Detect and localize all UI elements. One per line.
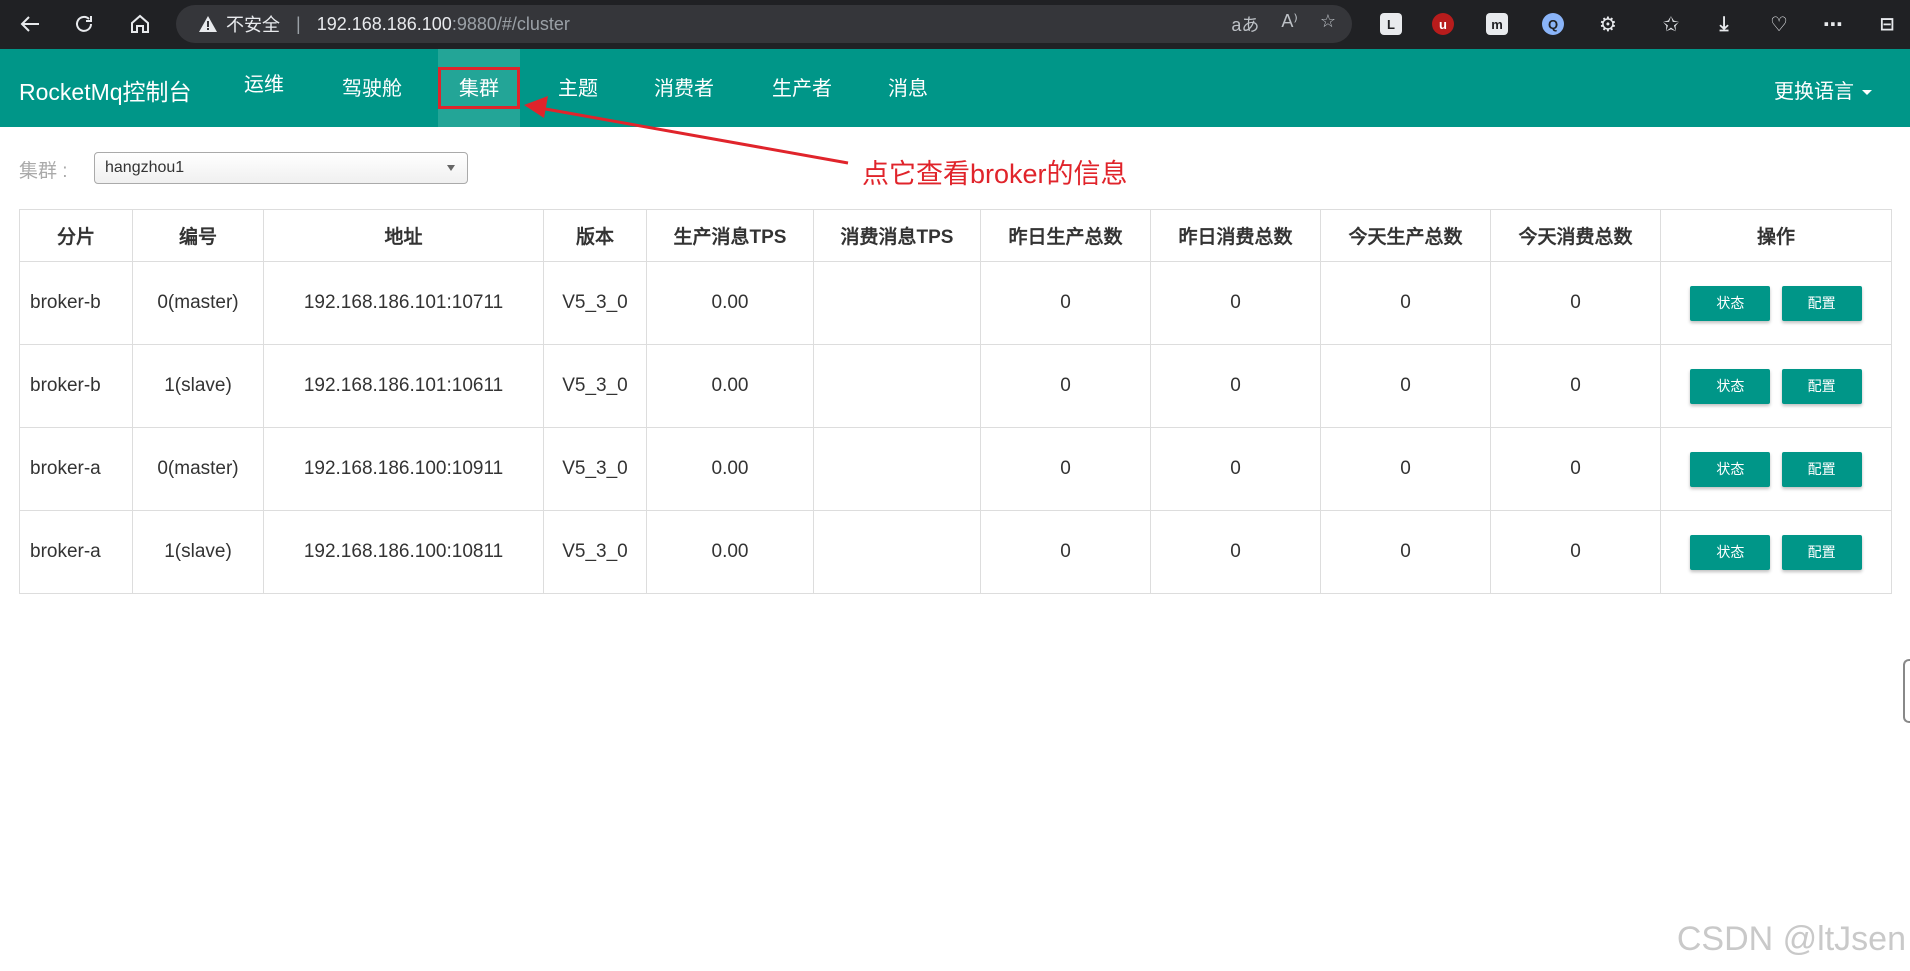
cell-consume-tps <box>813 510 981 594</box>
cell-broker: broker-a <box>19 510 133 594</box>
cluster-select-label: 集群 : <box>19 161 68 182</box>
table-row: broker-b 1(slave) 192.168.186.101:10611 … <box>19 344 1892 428</box>
header-yesterday-produce: 昨日生产总数 <box>980 209 1151 262</box>
watermark: CSDN @ltJsen <box>1676 920 1906 958</box>
table-row: broker-a 0(master) 192.168.186.100:10911… <box>19 427 1892 511</box>
header-produce-tps: 生产消息TPS <box>646 209 814 262</box>
cell-today-consume: 0 <box>1490 344 1661 428</box>
status-button[interactable]: 状态 <box>1690 285 1771 321</box>
status-button[interactable]: 状态 <box>1690 534 1771 570</box>
cell-broker: broker-b <box>19 261 133 345</box>
cell-yesterday-produce: 0 <box>980 427 1151 511</box>
cell-address: 192.168.186.100:10811 <box>263 510 544 594</box>
cell-address: 192.168.186.101:10611 <box>263 344 544 428</box>
header-consume-tps: 消费消息TPS <box>813 209 981 262</box>
status-button[interactable]: 状态 <box>1690 451 1771 487</box>
cluster-select[interactable]: hangzhou1 <box>94 152 468 184</box>
header-yesterday-consume: 昨日消费总数 <box>1150 209 1321 262</box>
cell-actions: 状态 配置 <box>1660 510 1892 594</box>
cell-version: V5_3_0 <box>543 510 647 594</box>
cell-yesterday-consume: 0 <box>1150 344 1321 428</box>
cell-id: 1(slave) <box>132 344 264 428</box>
cell-version: V5_3_0 <box>543 344 647 428</box>
cell-today-consume: 0 <box>1490 427 1661 511</box>
cell-broker: broker-a <box>19 427 133 511</box>
cell-id: 0(master) <box>132 427 264 511</box>
header-address: 地址 <box>263 209 544 262</box>
table-row: broker-a 1(slave) 192.168.186.100:10811 … <box>19 510 1892 594</box>
cell-today-consume: 0 <box>1490 510 1661 594</box>
cell-address: 192.168.186.100:10911 <box>263 427 544 511</box>
config-button[interactable]: 配置 <box>1781 451 1862 487</box>
cell-actions: 状态 配置 <box>1660 427 1892 511</box>
table-row: broker-b 0(master) 192.168.186.101:10711… <box>19 261 1892 345</box>
cell-yesterday-consume: 0 <box>1150 427 1321 511</box>
cell-today-produce: 0 <box>1320 427 1491 511</box>
cell-version: V5_3_0 <box>543 427 647 511</box>
cell-produce-tps: 0.00 <box>646 344 814 428</box>
cell-yesterday-consume: 0 <box>1150 510 1321 594</box>
cell-version: V5_3_0 <box>543 261 647 345</box>
header-id: 编号 <box>132 209 264 262</box>
scrollbar-handle[interactable] <box>1903 659 1910 723</box>
status-button[interactable]: 状态 <box>1690 368 1771 404</box>
cell-today-consume: 0 <box>1490 261 1661 345</box>
broker-table: 分片 编号 地址 版本 生产消息TPS 消费消息TPS 昨日生产总数 昨日消费总… <box>19 209 1892 594</box>
config-button[interactable]: 配置 <box>1781 285 1862 321</box>
table-header-row: 分片 编号 地址 版本 生产消息TPS 消费消息TPS 昨日生产总数 昨日消费总… <box>19 209 1892 262</box>
header-actions: 操作 <box>1660 209 1892 262</box>
header-today-produce: 今天生产总数 <box>1320 209 1491 262</box>
cell-yesterday-consume: 0 <box>1150 261 1321 345</box>
cell-actions: 状态 配置 <box>1660 261 1892 345</box>
cell-produce-tps: 0.00 <box>646 510 814 594</box>
cell-id: 1(slave) <box>132 510 264 594</box>
cell-yesterday-produce: 0 <box>980 344 1151 428</box>
cell-consume-tps <box>813 261 981 345</box>
cell-actions: 状态 配置 <box>1660 344 1892 428</box>
header-shard: 分片 <box>19 209 133 262</box>
header-version: 版本 <box>543 209 647 262</box>
cell-broker: broker-b <box>19 344 133 428</box>
annotation-text: 点它查看broker的信息 <box>862 159 1128 189</box>
header-today-consume: 今天消费总数 <box>1490 209 1661 262</box>
cell-yesterday-produce: 0 <box>980 261 1151 345</box>
cell-consume-tps <box>813 344 981 428</box>
cell-today-produce: 0 <box>1320 510 1491 594</box>
cell-today-produce: 0 <box>1320 344 1491 428</box>
cell-produce-tps: 0.00 <box>646 261 814 345</box>
cell-id: 0(master) <box>132 261 264 345</box>
cell-today-produce: 0 <box>1320 261 1491 345</box>
cell-yesterday-produce: 0 <box>980 510 1151 594</box>
cell-consume-tps <box>813 427 981 511</box>
cell-address: 192.168.186.101:10711 <box>263 261 544 345</box>
dropdown-arrow-icon <box>447 165 455 171</box>
cell-produce-tps: 0.00 <box>646 427 814 511</box>
cluster-select-value: hangzhou1 <box>105 159 185 176</box>
config-button[interactable]: 配置 <box>1781 368 1862 404</box>
config-button[interactable]: 配置 <box>1781 534 1862 570</box>
